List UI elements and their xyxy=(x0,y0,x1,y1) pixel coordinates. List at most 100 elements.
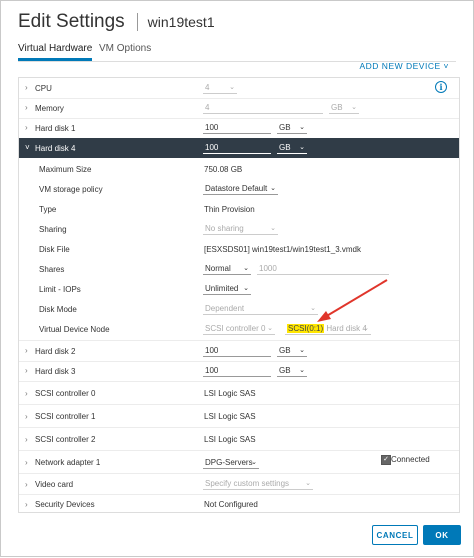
row-label: Video card xyxy=(35,480,74,489)
hardware-row-cpu[interactable]: › CPU 4 ⌄ xyxy=(19,78,459,99)
memory-unit-select[interactable]: GB ⌄ xyxy=(329,101,359,114)
hardware-row-scsi-controller-0[interactable]: › SCSI controller 0 LSI Logic SAS xyxy=(19,382,459,405)
chevron-down-icon: ˅ xyxy=(443,61,449,71)
memory-input[interactable]: 4 xyxy=(203,101,323,114)
caret-down-icon: ⌄ xyxy=(299,367,305,374)
hardware-row-hard-disk-3[interactable]: › Hard disk 3 100 GB ⌄ xyxy=(19,361,459,382)
network-select[interactable]: DPG-Servers ⌄ xyxy=(203,456,259,469)
video-card-select[interactable]: Specify custom settings ⌄ xyxy=(203,477,313,490)
chevron-right-icon[interactable]: › xyxy=(25,459,31,467)
scsi-controller-select[interactable]: SCSI controller 0 ⌄ xyxy=(203,322,275,335)
row-label: Hard disk 3 xyxy=(35,367,76,376)
shares-number: 1000 xyxy=(259,264,277,273)
device-node-disk: Hard disk 4 xyxy=(326,324,367,333)
hard-disk-2-size-input[interactable]: 100 xyxy=(203,344,271,357)
cpu-select[interactable]: 4 ⌄ xyxy=(203,81,237,94)
hard-disk-1-size-input[interactable]: 100 xyxy=(203,121,271,134)
chevron-right-icon[interactable]: › xyxy=(25,124,31,132)
shares-number-input[interactable]: 1000 xyxy=(257,262,389,275)
tab-bar: Virtual Hardware VM Options xyxy=(18,41,456,62)
limit-iops-label: Limit - IOPs xyxy=(39,285,81,294)
hardware-row-scsi-controller-2[interactable]: › SCSI controller 2 LSI Logic SAS xyxy=(19,428,459,451)
device-node-id: SCSI(0:1) xyxy=(287,324,325,333)
caret-down-icon: ⌄ xyxy=(299,124,305,131)
dialog-title-text: Edit Settings xyxy=(18,11,125,32)
hd4-disk-file-row: Disk File [ESXSDS01] win19test1/win19tes… xyxy=(19,239,459,259)
shares-select[interactable]: Normal ⌄ xyxy=(203,262,251,275)
scsi-controller-0-type: LSI Logic SAS xyxy=(204,389,256,398)
hardware-row-hard-disk-2[interactable]: › Hard disk 2 100 GB ⌄ xyxy=(19,340,459,362)
row-label: Hard disk 1 xyxy=(35,124,76,133)
hard-disk-1-unit-select[interactable]: GB ⌄ xyxy=(277,121,307,134)
hard-disk-1-unit: GB xyxy=(279,123,291,132)
caret-down-icon: ⌄ xyxy=(229,84,235,91)
hard-disk-3-size-input[interactable]: 100 xyxy=(203,364,271,377)
cpu-value: 4 xyxy=(205,83,210,92)
chevron-right-icon[interactable]: › xyxy=(25,436,31,444)
scsi-controller-value: SCSI controller 0 xyxy=(205,324,266,333)
hd4-type-row: Type Thin Provision xyxy=(19,199,459,219)
hard-disk-3-unit: GB xyxy=(279,366,291,375)
caret-down-icon: ⌄ xyxy=(270,185,276,192)
chevron-right-icon[interactable]: › xyxy=(25,347,31,355)
chevron-right-icon[interactable]: › xyxy=(25,84,31,92)
tab-vm-options[interactable]: VM Options xyxy=(99,43,151,54)
edit-settings-dialog: Edit Settings win19test1 Virtual Hardwar… xyxy=(0,0,474,557)
storage-policy-select[interactable]: Datastore Default ⌄ xyxy=(203,182,278,195)
hard-disk-4-size-input[interactable]: 100 xyxy=(203,141,271,154)
chevron-right-icon[interactable]: › xyxy=(25,104,31,112)
hd4-disk-mode-row: Disk Mode Dependent ⌄ xyxy=(19,299,459,319)
chevron-down-icon[interactable]: ˅ xyxy=(25,144,31,152)
hardware-row-scsi-controller-1[interactable]: › SCSI controller 1 LSI Logic SAS xyxy=(19,405,459,428)
disk-mode-select[interactable]: Dependent ⌄ xyxy=(203,302,318,315)
memory-unit: GB xyxy=(331,103,343,112)
chevron-right-icon[interactable]: › xyxy=(25,367,31,375)
caret-down-icon: ⌄ xyxy=(243,285,249,292)
hard-disk-2-unit: GB xyxy=(279,346,291,355)
shares-value: Normal xyxy=(205,264,231,273)
hard-disk-4-unit-select[interactable]: GB ⌄ xyxy=(277,141,307,154)
limit-iops-value: Unlimited xyxy=(205,284,239,293)
dialog-footer: CANCEL OK xyxy=(1,511,473,556)
max-size-value: 750.08 GB xyxy=(204,165,243,174)
row-label: SCSI controller 2 xyxy=(35,435,96,444)
chevron-right-icon[interactable]: › xyxy=(25,390,31,398)
chevron-right-icon[interactable]: › xyxy=(25,413,31,421)
disk-mode-label: Disk Mode xyxy=(39,305,77,314)
video-card-value: Specify custom settings xyxy=(205,479,290,488)
max-size-label: Maximum Size xyxy=(39,165,92,174)
hardware-list: › CPU 4 ⌄ › Memory 4 GB ⌄ › Hard disk 1 10… xyxy=(18,77,460,513)
caret-down-icon: ⌄ xyxy=(351,104,357,111)
hd4-virtual-device-node-row: Virtual Device Node SCSI controller 0 ⌄ S… xyxy=(19,319,459,339)
add-new-device-button[interactable]: ADD NEW DEVICE ˅ xyxy=(360,61,450,71)
row-label: Security Devices xyxy=(35,500,95,509)
caret-down-icon: ⌄ xyxy=(305,480,311,487)
memory-value: 4 xyxy=(205,103,210,112)
cancel-button[interactable]: CANCEL xyxy=(372,525,418,545)
limit-iops-select[interactable]: Unlimited ⌄ xyxy=(203,282,251,295)
caret-down-icon: ⌄ xyxy=(251,459,257,466)
hardware-row-hard-disk-1[interactable]: › Hard disk 1 100 GB ⌄ xyxy=(19,118,459,139)
storage-policy-label: VM storage policy xyxy=(39,185,103,194)
hd4-limit-iops-row: Limit - IOPs Unlimited ⌄ xyxy=(19,279,459,299)
hardware-row-hard-disk-4[interactable]: ˅ Hard disk 4 100 GB ⌄ xyxy=(19,138,459,158)
hard-disk-3-unit-select[interactable]: GB ⌄ xyxy=(277,364,307,377)
hardware-row-network-adapter-1[interactable]: › Network adapter 1 DPG-Servers ⌄ ✓ Conne… xyxy=(19,451,459,474)
hard-disk-2-unit-select[interactable]: GB ⌄ xyxy=(277,344,307,357)
chevron-right-icon[interactable]: › xyxy=(25,481,31,489)
device-node-select[interactable]: SCSI(0:1) Hard disk 4 ⌄ xyxy=(285,322,371,335)
hd4-storage-policy-row: VM storage policy Datastore Default ⌄ xyxy=(19,179,459,199)
connected-checkbox[interactable]: ✓ xyxy=(381,455,391,465)
hardware-row-video-card[interactable]: › Video card Specify custom settings ⌄ xyxy=(19,474,459,495)
shares-label: Shares xyxy=(39,265,65,274)
tab-virtual-hardware[interactable]: Virtual Hardware xyxy=(18,43,93,61)
info-icon[interactable]: i xyxy=(435,81,447,93)
ok-button[interactable]: OK xyxy=(423,525,461,545)
sharing-select[interactable]: No sharing ⌄ xyxy=(203,222,278,235)
hardware-row-memory[interactable]: › Memory 4 GB ⌄ xyxy=(19,98,459,119)
chevron-right-icon[interactable]: › xyxy=(25,501,31,509)
hd4-sharing-row: Sharing No sharing ⌄ xyxy=(19,219,459,239)
caret-down-icon: ⌄ xyxy=(310,305,316,312)
row-label: Hard disk 2 xyxy=(35,347,76,356)
virtual-device-node-label: Virtual Device Node xyxy=(39,325,110,334)
